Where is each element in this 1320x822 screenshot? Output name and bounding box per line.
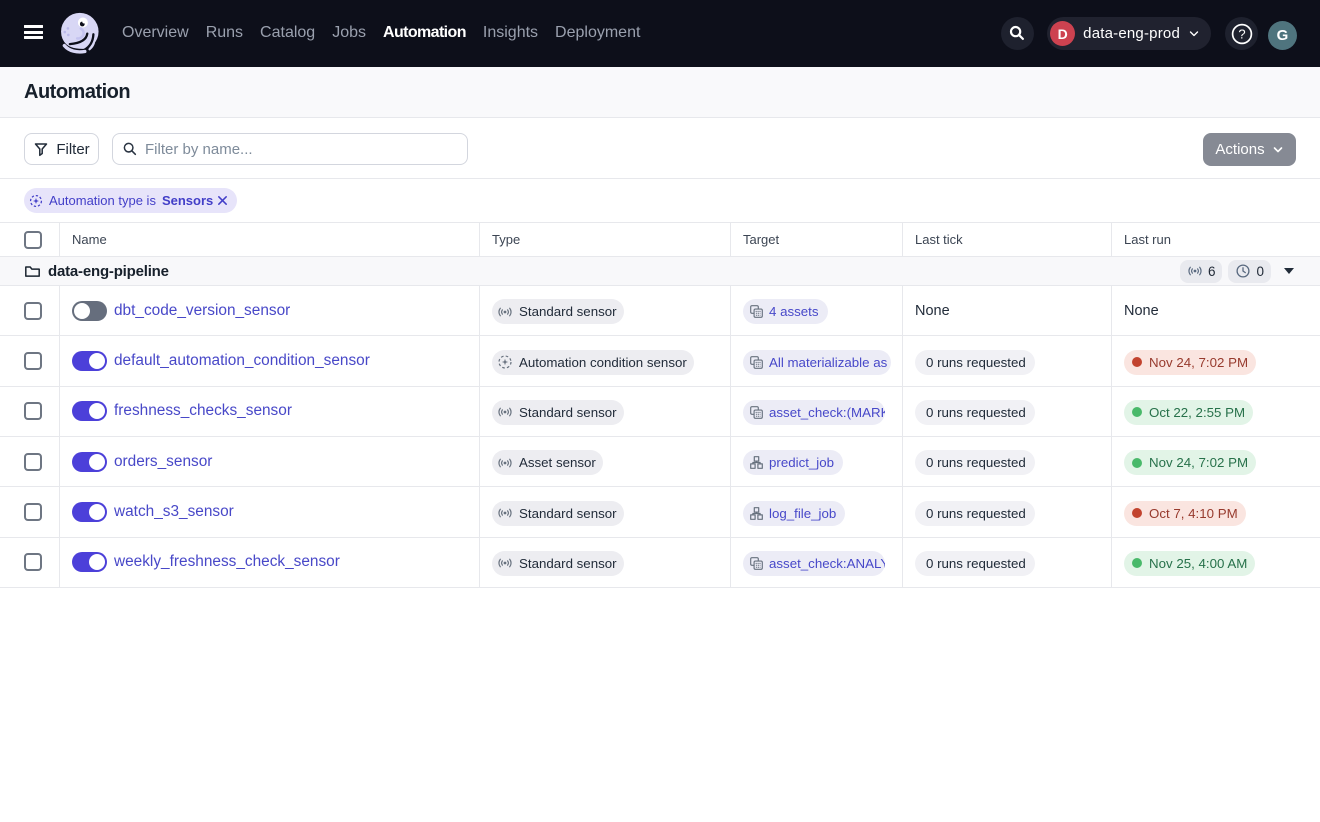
svg-text:?: ? bbox=[1238, 26, 1245, 41]
